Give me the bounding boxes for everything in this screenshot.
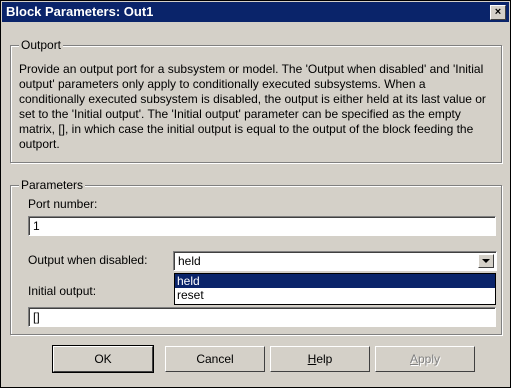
chevron-down-icon[interactable] <box>478 254 494 268</box>
dropdown-option-reset[interactable]: reset <box>175 288 495 302</box>
initial-output-field[interactable]: [] <box>28 307 496 327</box>
output-disabled-select[interactable]: held <box>173 251 497 271</box>
outport-legend: Outport <box>19 38 64 52</box>
apply-mnemonic: A <box>409 352 418 366</box>
apply-label-rest: pply <box>418 352 441 366</box>
initial-output-label: Initial output: <box>28 284 97 298</box>
output-disabled-value: held <box>178 254 201 268</box>
dropdown-option-held[interactable]: held <box>175 274 495 288</box>
output-disabled-dropdown-list: held reset <box>174 273 496 305</box>
port-number-field[interactable]: 1 <box>28 216 496 236</box>
help-button[interactable]: Help <box>270 346 370 372</box>
cancel-button[interactable]: Cancel <box>165 346 265 372</box>
block-parameters-dialog: Block Parameters: Out1 × Outport Provide… <box>0 0 511 388</box>
ok-button[interactable]: OK <box>52 345 154 373</box>
close-icon[interactable]: × <box>490 5 506 20</box>
apply-button[interactable]: Apply <box>375 346 475 372</box>
title-bar: Block Parameters: Out1 × <box>2 2 509 22</box>
outport-group: Outport Provide an output port for a sub… <box>10 38 502 163</box>
window-title: Block Parameters: Out1 <box>6 4 154 19</box>
outport-description: Provide an output port for a subsystem o… <box>19 62 486 151</box>
port-number-label: Port number: <box>28 197 98 211</box>
output-disabled-label: Output when disabled: <box>28 253 148 267</box>
help-label-rest: elp <box>316 352 333 366</box>
parameters-legend: Parameters <box>19 178 86 192</box>
